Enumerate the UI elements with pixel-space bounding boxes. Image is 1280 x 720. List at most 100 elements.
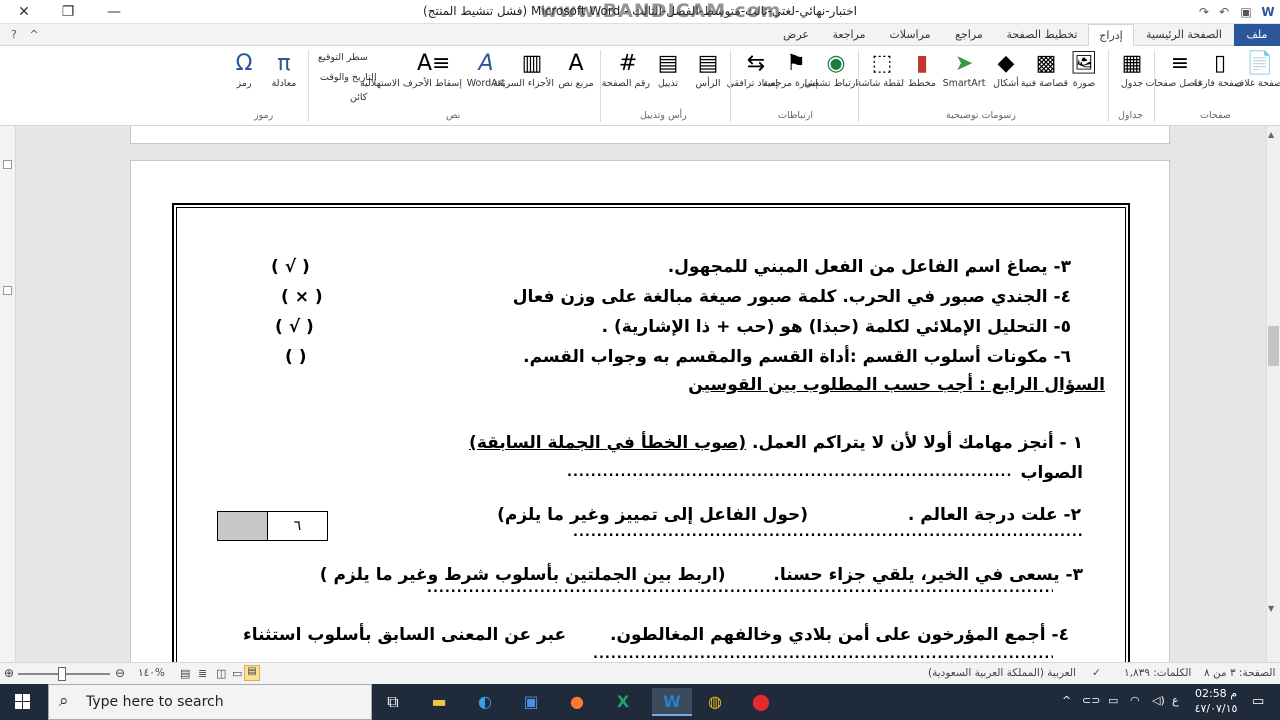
group-label-symbols: رموز <box>254 110 274 121</box>
scroll-up-icon[interactable]: ▲ <box>1268 130 1274 139</box>
scroll-thumb[interactable] <box>1268 326 1279 366</box>
drop-cap-button[interactable]: A≡ إسقاط الأحرف الاستهلالية <box>360 50 462 110</box>
clip-art-button[interactable]: ▩ قصاصة فنية <box>1021 50 1068 110</box>
header-button[interactable]: ▤ الرأس <box>686 50 730 110</box>
undo-icon[interactable]: ↶ <box>1214 2 1234 22</box>
smartart-icon: ➤ <box>954 51 974 76</box>
proofing-icon[interactable]: ✓ <box>1092 667 1101 679</box>
recorder-watermark: www.BANDICAM.com <box>540 0 782 22</box>
edge-icon[interactable]: ◐ <box>468 688 502 716</box>
answer-line-4[interactable]: ........................................… <box>593 647 1053 662</box>
answer-mark-6: ( ) <box>285 347 307 367</box>
start-button[interactable] <box>0 684 46 720</box>
input-language[interactable]: ع <box>1172 694 1179 707</box>
view-draft-icon[interactable]: ▤ <box>180 667 190 680</box>
table-button[interactable]: ▦ جدول <box>1110 50 1154 110</box>
tab-review[interactable]: مراجعة <box>822 24 876 46</box>
document-area[interactable]: ٣- يصاغ اسم الفاعل من الفعل المبني للمجه… <box>0 126 1270 662</box>
word-count[interactable]: الكلمات: ١,٨٣٩ <box>1124 667 1191 679</box>
word-taskbar-icon[interactable]: W <box>652 688 692 716</box>
blank-page-button[interactable]: ▯ صفحة فارغة <box>1193 50 1242 110</box>
minimize-ribbon-icon[interactable]: ^ <box>26 24 42 46</box>
zoom-slider-thumb[interactable] <box>58 667 66 681</box>
view-print-layout-icon[interactable]: ▤ <box>244 665 260 681</box>
page-indicator[interactable]: الصفحة: ٣ من ٨ <box>1204 667 1275 679</box>
signature-line-button[interactable]: سطر التوقيع <box>318 52 368 63</box>
quick-parts-button[interactable]: ▥ الأجزاء السريعة <box>493 50 554 110</box>
chart-button[interactable]: ▮ مخطط <box>900 50 944 110</box>
tray-chevron-icon[interactable]: ^ <box>1062 694 1071 707</box>
screenshot-button[interactable]: ⬚ لقطة شاشة <box>856 50 904 110</box>
minimize-button[interactable]: — <box>100 2 128 22</box>
store-icon[interactable]: ▣ <box>514 688 548 716</box>
question-2: ٢- علت درجة العالم . (حول الفاعل إلى تمي… <box>497 505 1081 525</box>
answer-line-2[interactable]: ........................................… <box>573 525 1085 540</box>
volume-icon[interactable]: ◁) <box>1152 694 1165 707</box>
symbol-button[interactable]: Ω رمز <box>222 50 266 110</box>
tab-mailings[interactable]: مراسلات <box>880 24 940 46</box>
question-4-instruction: عبر عن المعنى السابق بأسلوب استثناء <box>243 625 567 645</box>
smartart-button[interactable]: ➤ SmartArt <box>940 50 988 110</box>
bookmark-button[interactable]: ⚑ إشارة مرجعية <box>763 50 818 110</box>
taskbar-search[interactable]: ⌕ Type here to search <box>48 684 372 720</box>
statement-5: ٥- التحليل الإملائي لكلمة (حبذا) هو (حب … <box>601 317 1071 337</box>
clock[interactable]: 02:58 م ٤٧/٠٧/١٥ <box>1190 686 1242 716</box>
page[interactable]: ٣- يصاغ اسم الفاعل من الفعل المبني للمجه… <box>130 160 1170 662</box>
file-explorer-icon[interactable]: ▬ <box>422 688 456 716</box>
tab-page-layout[interactable]: تخطيط الصفحة <box>1000 24 1084 46</box>
save-icon[interactable]: ▣ <box>1236 2 1256 22</box>
answer-line-1[interactable]: ........................................… <box>567 465 1011 480</box>
vertical-scrollbar[interactable]: ▲ ▼ <box>1266 126 1280 662</box>
footer-button[interactable]: ▤ تذييل <box>646 50 690 110</box>
wifi-icon[interactable]: ◠ <box>1130 694 1140 707</box>
tab-view[interactable]: عرض <box>774 24 818 46</box>
bandicam-icon[interactable]: ⬤ <box>744 688 778 716</box>
shapes-button[interactable]: ◆ أشكال <box>984 50 1028 110</box>
tab-home[interactable]: الصفحة الرئيسية <box>1138 24 1230 46</box>
tab-insert[interactable]: إدراج <box>1088 24 1134 47</box>
redo-icon[interactable]: ↷ <box>1194 2 1214 22</box>
text-box-button[interactable]: A مربع نص <box>554 50 598 110</box>
view-reading-icon[interactable]: ▭ <box>232 667 242 680</box>
ribbon: 📄 صفحة غلاف ▯ صفحة فارغة ≡ فاصل صفحات صفحات… <box>0 46 1280 126</box>
wordart-button[interactable]: A WordArt <box>462 50 510 110</box>
date-time-button[interactable]: التاريخ والوقت <box>320 72 377 83</box>
network-icon[interactable]: ⊂⊃ <box>1082 694 1100 707</box>
cross-reference-button[interactable]: ⇆ إسناد ترافقي <box>727 50 778 110</box>
firefox-icon[interactable]: ● <box>560 688 594 716</box>
ruler-marker[interactable] <box>3 286 12 295</box>
clip-art-icon: ▩ <box>1035 51 1057 76</box>
battery-icon[interactable]: ▭ <box>1108 694 1118 707</box>
chrome-icon[interactable]: ◍ <box>698 688 732 716</box>
group-label-links: ارتباطات <box>778 110 814 121</box>
excel-icon[interactable]: X <box>606 688 640 716</box>
zoom-in-icon[interactable]: ⊕ <box>4 666 14 680</box>
restore-button[interactable]: ❐ <box>54 2 82 22</box>
bookmark-icon: ⚑ <box>786 51 806 76</box>
answer-line-3[interactable]: ........................................… <box>427 581 1053 596</box>
tab-file[interactable]: ملف <box>1234 24 1280 46</box>
view-outline-icon[interactable]: ≣ <box>198 667 207 680</box>
view-web-icon[interactable]: ◫ <box>216 667 226 680</box>
object-button[interactable]: كائن <box>350 92 367 103</box>
ruler-marker[interactable] <box>3 160 12 169</box>
hyperlink-button[interactable]: ◉ ارتباط تشعبي <box>804 50 858 110</box>
picture-button[interactable]: 🖼 صورة <box>1062 50 1106 110</box>
pi-icon: π <box>277 51 291 76</box>
close-button[interactable]: ✕ <box>10 2 38 22</box>
notifications-icon[interactable]: ▭ <box>1252 694 1264 709</box>
question-1: ١ - أنجز مهامك أولا لأن لا يتراكم العمل.… <box>469 433 1083 453</box>
equation-button[interactable]: π معادلة <box>262 50 306 110</box>
scroll-down-icon[interactable]: ▼ <box>1268 604 1274 613</box>
vertical-ruler[interactable] <box>0 126 16 662</box>
tab-references[interactable]: مراجع <box>944 24 994 46</box>
page-break-button[interactable]: ≡ فاصل صفحات <box>1145 50 1202 110</box>
page-number-button[interactable]: # رقم الصفحة <box>602 50 650 110</box>
cover-page-button[interactable]: 📄 صفحة غلاف <box>1234 50 1280 110</box>
zoom-level[interactable]: ١٤٠% <box>138 667 165 679</box>
task-view-icon[interactable]: ⧉ <box>376 688 410 716</box>
zoom-out-icon[interactable]: ⊖ <box>115 666 125 680</box>
help-icon[interactable]: ? <box>4 24 24 46</box>
language-indicator[interactable]: العربية (المملكة العربية السعودية) <box>928 667 1076 679</box>
score-cell-value: ٦ <box>293 518 302 534</box>
